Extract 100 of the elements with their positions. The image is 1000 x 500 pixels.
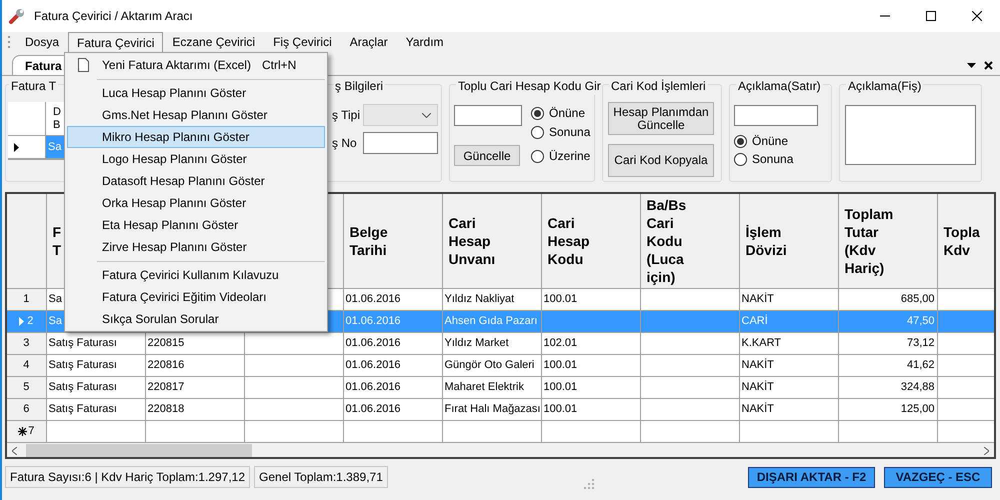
table-cell: 685,00	[838, 288, 937, 310]
group-title: Cari Kod İşlemleri	[609, 77, 708, 95]
close-icon[interactable]	[984, 61, 993, 70]
table-cell: 125,00	[838, 398, 937, 420]
input-field[interactable]	[454, 105, 522, 126]
row-number: 1	[23, 292, 30, 307]
menu-item[interactable]: Fatura Çevirici	[68, 32, 164, 52]
table-cell: 100.01	[541, 376, 640, 398]
table-cell: 41,62	[838, 354, 937, 376]
column-header[interactable]: Ba/Bs Cari Kodu (Luca için)	[646, 196, 686, 286]
row-pointer-icon	[19, 316, 24, 326]
table-cell: 01.06.2016	[343, 288, 442, 310]
table-cell: Fırat Halı Mağazası	[442, 398, 541, 420]
column-header[interactable]: İşlem Dövizi	[746, 222, 787, 259]
radio-label: Sonuna	[752, 151, 794, 168]
scrollbar-thumb[interactable]	[26, 444, 252, 457]
action-button[interactable]: DIŞARI AKTAR - F2	[748, 466, 875, 488]
dropdown-icon[interactable]	[967, 63, 976, 69]
column-header[interactable]: Cari Hesap Unvanı	[448, 214, 496, 268]
input-field[interactable]	[363, 132, 438, 154]
table-cell: Satış Faturası	[46, 398, 145, 420]
action-button[interactable]: Cari Kod Kopyala	[608, 144, 714, 177]
column-header[interactable]: Topla Kdv	[944, 222, 980, 259]
text-area[interactable]	[845, 105, 976, 165]
table-cell: NAKİT	[739, 354, 838, 376]
input-field[interactable]	[734, 105, 818, 126]
close-icon[interactable]	[972, 11, 982, 21]
table-cell: Güngör Oto Galeri	[442, 354, 541, 376]
table-cell: 220818	[145, 398, 244, 420]
field-label: ş Tipi	[332, 107, 360, 124]
row-pointer-icon	[14, 142, 19, 152]
row-number: 7	[28, 424, 34, 439]
wrench-icon	[8, 7, 26, 25]
radio-button[interactable]	[734, 152, 747, 166]
table-cell: 220816	[145, 354, 244, 376]
menu-item[interactable]: Gms.Net Hesap Planını Göster	[67, 104, 325, 126]
document-icon	[78, 58, 88, 72]
menu-item[interactable]: Zirve Hesap Planını Göster	[67, 236, 325, 258]
status-field: Genel Toplam:1.389,71	[254, 466, 388, 488]
table-cell: 100.01	[541, 354, 640, 376]
table-cell: Ahsen Gıda Pazarı	[442, 310, 541, 332]
row-number: 2	[27, 314, 34, 329]
menu-item[interactable]: Yardım	[396, 32, 453, 52]
update-button[interactable]: Güncelle	[454, 145, 520, 166]
radio-label: Üzerine	[549, 148, 590, 165]
menu-item[interactable]: Eczane Çevirici	[163, 32, 264, 52]
table-cell: 73,12	[838, 332, 937, 354]
column-header[interactable]: Cari Hesap Kodu	[548, 214, 590, 268]
menu-item[interactable]: Orka Hesap Planını Göster	[67, 192, 325, 214]
table-cell: 01.06.2016	[343, 376, 442, 398]
radio-button[interactable]	[531, 150, 544, 162]
table-cell: 324,88	[838, 376, 937, 398]
table-cell: K.KART	[739, 332, 838, 354]
row-number: 3	[23, 336, 30, 351]
field-label: ş No	[332, 135, 358, 152]
grip-icon	[8, 36, 11, 48]
status-field: Fatura Sayısı:6 | Kdv Hariç Toplam:1.297,12	[5, 466, 250, 488]
table-cell: NAKİT	[739, 288, 838, 310]
table-cell: NAKİT	[739, 376, 838, 398]
table-cell: 01.06.2016	[343, 332, 442, 354]
menu-item[interactable]: Fiş Çevirici	[264, 32, 341, 52]
table-cell: 47,50	[838, 310, 937, 332]
resize-grip-icon	[584, 479, 594, 489]
chevron-icon	[422, 112, 431, 118]
table-cell: Yıldız Market	[442, 332, 541, 354]
menu-item[interactable]: Dosya	[16, 32, 68, 52]
table-cell: 220817	[145, 376, 244, 398]
maximize-icon[interactable]	[926, 11, 936, 21]
shortcut-label: Ctrl+N	[262, 57, 296, 74]
radio-button[interactable]	[531, 106, 544, 120]
table-cell: 01.06.2016	[343, 398, 442, 420]
radio-label: Önüne	[549, 105, 586, 122]
table-cell: Maharet Elektrik	[442, 376, 541, 398]
table-cell: CARİ	[739, 310, 838, 332]
table-cell: 102.01	[541, 332, 640, 354]
table-cell: Satış Faturası	[46, 354, 145, 376]
scroll-right-icon[interactable]	[984, 447, 989, 455]
radio-button[interactable]	[531, 126, 544, 138]
menu-item[interactable]: Datasoft Hesap Planını Göster	[67, 170, 325, 192]
table-cell: Yıldız Nakliyat	[442, 288, 541, 310]
column-header[interactable]: Toplam Tutar (Kdv Hariç)	[844, 204, 894, 277]
table-cell: 100.01	[541, 398, 640, 420]
row-number: 4	[23, 358, 30, 373]
column-header[interactable]: F T	[52, 222, 62, 259]
radio-button[interactable]	[734, 134, 747, 148]
menu-item[interactable]: Mikro Hesap Planını Göster	[67, 126, 325, 148]
row-number: 5	[23, 380, 30, 395]
column-header: D B	[52, 105, 62, 133]
row-number: 6	[23, 402, 30, 417]
menu-item[interactable]: Fatura Çevirici Kullanım Kılavuzu	[67, 264, 325, 286]
menu-item[interactable]: Eta Hesap Planını Göster	[67, 214, 325, 236]
column-header[interactable]: Belge Tarihi	[350, 222, 388, 259]
action-button[interactable]: VAZGEÇ - ESC	[884, 466, 992, 488]
scroll-left-icon[interactable]	[12, 447, 17, 455]
action-button[interactable]: Hesap Planımdan Güncelle	[608, 102, 714, 135]
asterisk-icon	[18, 426, 28, 436]
menu-item[interactable]: Araçlar	[340, 32, 397, 52]
table-cell: NAKİT	[739, 398, 838, 420]
menu-item[interactable]: Luca Hesap Planını Göster	[67, 82, 325, 104]
table-cell: 01.06.2016	[343, 310, 442, 332]
